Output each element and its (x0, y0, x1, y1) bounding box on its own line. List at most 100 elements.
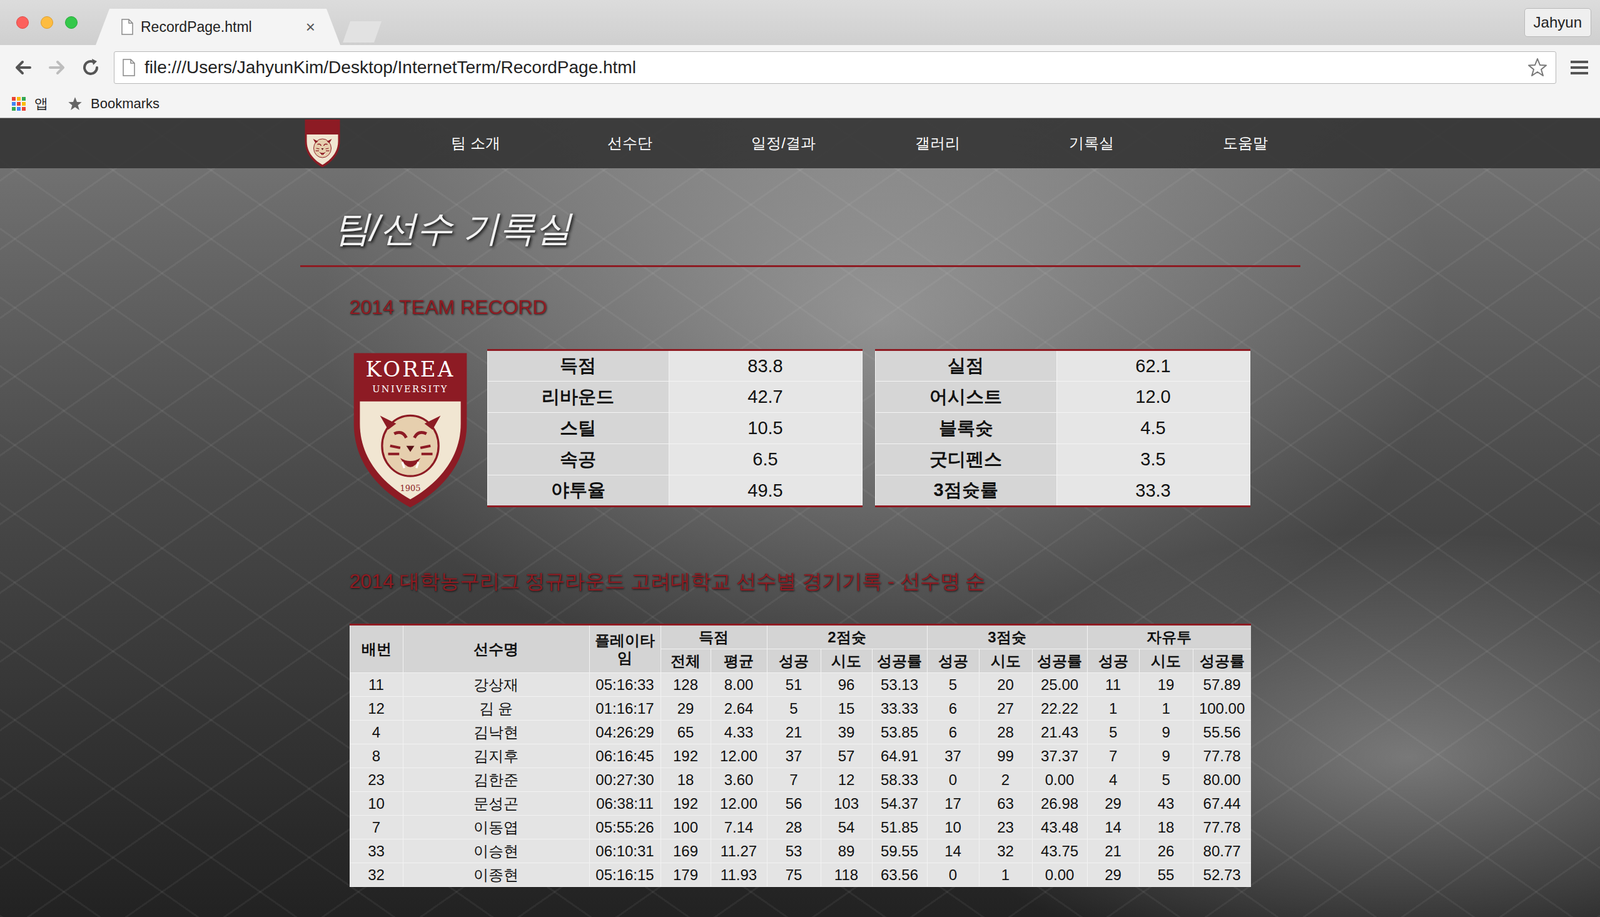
new-tab-button[interactable] (342, 21, 382, 43)
column-header: 플레이타임 (589, 624, 661, 674)
stat-label: 득점 (487, 350, 669, 382)
table-cell: 65 (660, 720, 711, 745)
table-cell: 43 (1139, 791, 1193, 816)
tab-close-button[interactable]: × (305, 17, 316, 37)
section-heading: 2014 TEAM RECORD (349, 294, 1251, 320)
zoom-window-button[interactable] (65, 16, 78, 29)
nav-item[interactable]: 갤러리 (860, 133, 1015, 154)
table-cell: 2 (978, 768, 1033, 792)
table-cell: 5 (766, 696, 821, 721)
table-cell: 77.78 (1192, 744, 1251, 769)
table-cell: 8.00 (710, 673, 767, 697)
table-cell: 28 (978, 720, 1033, 745)
table-cell: 문성곤 (402, 791, 590, 816)
nav-item[interactable]: 기록실 (1014, 133, 1169, 154)
team-stat-row: 속공6.5 (487, 444, 862, 476)
table-cell: 이승현 (402, 839, 590, 864)
table-cell: 53.85 (871, 720, 927, 745)
table-cell: 21 (1087, 839, 1140, 864)
korea-university-logo-icon[interactable] (303, 118, 342, 169)
table-cell: 19 (1139, 673, 1193, 697)
team-stat-row: 스틸10.5 (487, 412, 862, 445)
table-cell: 89 (820, 839, 872, 864)
table-cell: 04:26:29 (589, 720, 661, 745)
table-cell: 37 (926, 744, 979, 769)
table-cell: 14 (926, 839, 979, 864)
table-cell: 05:16:33 (589, 673, 661, 697)
table-cell: 51 (766, 673, 821, 697)
team-stat-row: 야투율49.5 (487, 475, 862, 507)
profile-button[interactable]: Jahyun (1524, 8, 1592, 37)
apps-grid-icon (11, 96, 27, 112)
table-cell: 1 (1087, 696, 1140, 721)
site-nav: 팀 소개선수단일정/결과갤러리기록실도움말 (0, 118, 1600, 169)
bookmarks-bar: 앱 Bookmarks (0, 90, 1600, 119)
tab-title: RecordPage.html (140, 18, 299, 36)
table-cell: 100 (660, 815, 711, 840)
table-cell: 128 (660, 673, 711, 697)
column-subheader: 성공 (1087, 649, 1140, 674)
table-cell: 53 (766, 839, 821, 864)
column-subheader: 전체 (660, 649, 711, 674)
bookmark-item[interactable]: Bookmarks (66, 95, 160, 112)
bookmark-item[interactable]: 앱 (11, 94, 49, 114)
column-subheader: 시도 (978, 649, 1033, 674)
nav-item[interactable]: 도움말 (1168, 133, 1323, 154)
column-subheader: 성공률 (1032, 649, 1088, 674)
table-cell: 0 (926, 863, 979, 887)
table-cell: 57.89 (1192, 673, 1251, 697)
table-cell: 10 (349, 791, 403, 816)
column-header: 선수명 (402, 624, 590, 674)
tab-bar: RecordPage.html × Jahyun (0, 0, 1600, 46)
column-subheader: 시도 (1139, 649, 1193, 674)
reload-icon[interactable] (80, 56, 102, 79)
player-row: 7이동엽05:55:261007.14285451.85102343.48141… (349, 815, 1251, 840)
column-header: 2점슛 (766, 624, 927, 650)
section-heading: 2014 대학농구리그 정규라운드 고려대학교 선수별 경기기록 - 선수명 순 (349, 568, 1251, 594)
table-cell: 7.14 (710, 815, 767, 840)
table-cell: 29 (660, 696, 711, 721)
forward-arrow-icon[interactable] (46, 56, 68, 79)
table-cell: 103 (820, 791, 872, 816)
address-bar[interactable]: file:///Users/JahyunKim/Desktop/Internet… (113, 51, 1557, 84)
table-cell: 67.44 (1192, 791, 1251, 816)
table-cell: 20 (978, 673, 1033, 697)
table-cell: 5 (926, 673, 979, 697)
table-cell: 21 (766, 720, 821, 745)
table-cell: 56 (766, 791, 821, 816)
table-cell: 10 (926, 815, 979, 840)
table-cell: 52.73 (1192, 863, 1251, 887)
table-cell: 43.48 (1032, 815, 1088, 840)
player-table-scroll[interactable]: 배번선수명플레이타임득점2점슛3점슛자유투전체평균성공시도성공률성공시도성공률성… (349, 623, 1251, 893)
stat-label: 스틸 (487, 412, 669, 445)
player-row: 10문성곤06:38:1119212.005610354.37176326.98… (349, 791, 1251, 816)
column-subheader: 평균 (710, 649, 767, 674)
stat-label: 블록슛 (875, 412, 1057, 445)
back-arrow-icon[interactable] (12, 56, 34, 79)
browser-tab[interactable]: RecordPage.html × (95, 8, 341, 46)
bookmark-star-icon[interactable] (1526, 56, 1549, 79)
table-cell: 05:55:26 (589, 815, 661, 840)
table-cell: 2.64 (710, 696, 767, 721)
team-stat-row: 블록슛4.5 (875, 412, 1250, 445)
table-cell: 12.00 (710, 744, 767, 769)
close-window-button[interactable] (16, 16, 29, 29)
nav-item[interactable]: 팀 소개 (399, 133, 553, 154)
address-text[interactable]: file:///Users/JahyunKim/Desktop/Internet… (144, 57, 1519, 78)
table-cell: 9 (1139, 720, 1193, 745)
team-stat-row: 실점62.1 (875, 350, 1250, 382)
nav-item[interactable]: 선수단 (552, 133, 707, 154)
team-stat-table: 득점83.8리바운드42.7스틸10.5속공6.5야투율49.5 (487, 349, 863, 508)
table-cell: 26.98 (1032, 791, 1088, 816)
nav-item[interactable]: 일정/결과 (706, 133, 861, 154)
player-row: 8김지후06:16:4519212.00375764.91379937.3779… (349, 744, 1251, 769)
logo-text: UNIVERSITY (372, 384, 449, 395)
column-subheader: 성공 (766, 649, 821, 674)
stat-value: 12.0 (1056, 381, 1250, 413)
table-cell: 59.55 (871, 839, 927, 864)
menu-icon[interactable] (1568, 56, 1590, 79)
minimize-window-button[interactable] (40, 16, 54, 29)
stat-label: 실점 (875, 350, 1057, 382)
table-cell: 18 (660, 768, 711, 792)
table-cell: 99 (978, 744, 1033, 769)
